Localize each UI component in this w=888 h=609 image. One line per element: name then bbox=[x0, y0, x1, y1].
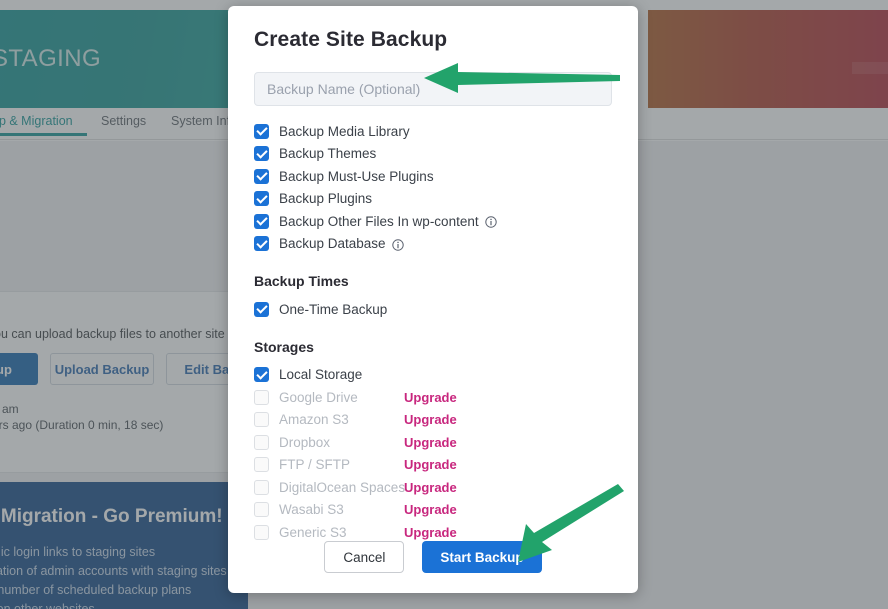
option-label: Backup Themes bbox=[279, 146, 377, 162]
storage-amazon-s3: Amazon S3 Upgrade bbox=[254, 409, 612, 432]
option-label: Backup Database bbox=[279, 236, 386, 252]
backup-times-heading: Backup Times bbox=[254, 273, 349, 289]
option-backup-must-use-plugins[interactable]: Backup Must-Use Plugins bbox=[254, 165, 612, 188]
storage-label: FTP / SFTP bbox=[279, 457, 351, 473]
storage-label: Generic S3 bbox=[279, 524, 347, 540]
checkbox-checked-icon[interactable] bbox=[254, 301, 269, 317]
backup-options-list: Backup Media Library Backup Themes Backu… bbox=[254, 120, 612, 255]
storage-dropbox: Dropbox Upgrade bbox=[254, 431, 612, 454]
backup-name-input[interactable] bbox=[254, 72, 612, 106]
option-backup-media-library[interactable]: Backup Media Library bbox=[254, 120, 612, 143]
option-label: Backup Must-Use Plugins bbox=[279, 168, 434, 184]
screen: STAGING up & Migration Settings System I… bbox=[0, 0, 888, 609]
cancel-button[interactable]: Cancel bbox=[324, 541, 405, 573]
upgrade-link[interactable]: Upgrade bbox=[404, 412, 457, 427]
checkbox-checked-icon[interactable] bbox=[254, 168, 269, 184]
upgrade-link[interactable]: Upgrade bbox=[404, 502, 457, 517]
option-label: Backup Other Files In wp-content bbox=[279, 213, 479, 229]
storage-wasabi-s3: Wasabi S3 Upgrade bbox=[254, 499, 612, 522]
storages-heading: Storages bbox=[254, 338, 314, 355]
option-label: Backup Plugins bbox=[279, 191, 373, 207]
checkbox-checked-icon[interactable] bbox=[254, 146, 269, 162]
checkbox-checked-icon[interactable] bbox=[254, 367, 269, 383]
upgrade-link[interactable]: Upgrade bbox=[404, 480, 457, 495]
storages-list: Local Storage Google Drive Upgrade Amazo… bbox=[254, 364, 612, 544]
create-site-backup-dialog: Create Site Backup Backup Media Library … bbox=[228, 6, 638, 593]
storage-ftp-sftp: FTP / SFTP Upgrade bbox=[254, 454, 612, 477]
storage-label: Local Storage bbox=[279, 367, 363, 383]
option-backup-plugins[interactable]: Backup Plugins bbox=[254, 188, 612, 211]
checkbox-checked-icon[interactable] bbox=[254, 236, 269, 252]
checkbox-checked-icon[interactable] bbox=[254, 191, 269, 207]
option-backup-themes[interactable]: Backup Themes bbox=[254, 143, 612, 166]
storage-label: Google Drive bbox=[279, 389, 358, 405]
option-one-time-backup[interactable]: One-Time Backup bbox=[254, 298, 612, 321]
storage-label: Dropbox bbox=[279, 434, 331, 450]
checkbox-checked-icon[interactable] bbox=[254, 123, 269, 139]
storage-label: DigitalOcean Spaces bbox=[279, 479, 406, 495]
option-label: Backup Media Library bbox=[279, 123, 410, 139]
checkbox-checked-icon[interactable] bbox=[254, 213, 269, 229]
storage-local-storage[interactable]: Local Storage bbox=[254, 364, 612, 387]
checkbox-unchecked-icon bbox=[254, 389, 269, 405]
storage-google-drive: Google Drive Upgrade bbox=[254, 386, 612, 409]
option-label: One-Time Backup bbox=[279, 301, 388, 317]
dialog-title: Create Site Backup bbox=[254, 28, 448, 51]
option-backup-database[interactable]: Backup Database bbox=[254, 233, 612, 256]
upgrade-link[interactable]: Upgrade bbox=[404, 457, 457, 472]
storage-label: Wasabi S3 bbox=[279, 502, 344, 518]
checkbox-unchecked-icon bbox=[254, 479, 269, 495]
info-icon[interactable] bbox=[484, 215, 497, 228]
info-icon[interactable] bbox=[391, 238, 404, 251]
checkbox-unchecked-icon bbox=[254, 434, 269, 450]
checkbox-unchecked-icon bbox=[254, 502, 269, 518]
option-backup-other-files[interactable]: Backup Other Files In wp-content bbox=[254, 210, 612, 233]
checkbox-unchecked-icon bbox=[254, 524, 269, 540]
checkbox-unchecked-icon bbox=[254, 457, 269, 473]
checkbox-unchecked-icon bbox=[254, 412, 269, 428]
upgrade-link[interactable]: Upgrade bbox=[404, 390, 457, 405]
upgrade-link[interactable]: Upgrade bbox=[404, 435, 457, 450]
storage-label: Amazon S3 bbox=[279, 412, 349, 428]
upgrade-link[interactable]: Upgrade bbox=[404, 525, 457, 540]
storage-digitalocean-spaces: DigitalOcean Spaces Upgrade bbox=[254, 476, 612, 499]
dialog-footer: Cancel Start Backup bbox=[228, 541, 638, 573]
start-backup-button[interactable]: Start Backup bbox=[422, 541, 542, 573]
